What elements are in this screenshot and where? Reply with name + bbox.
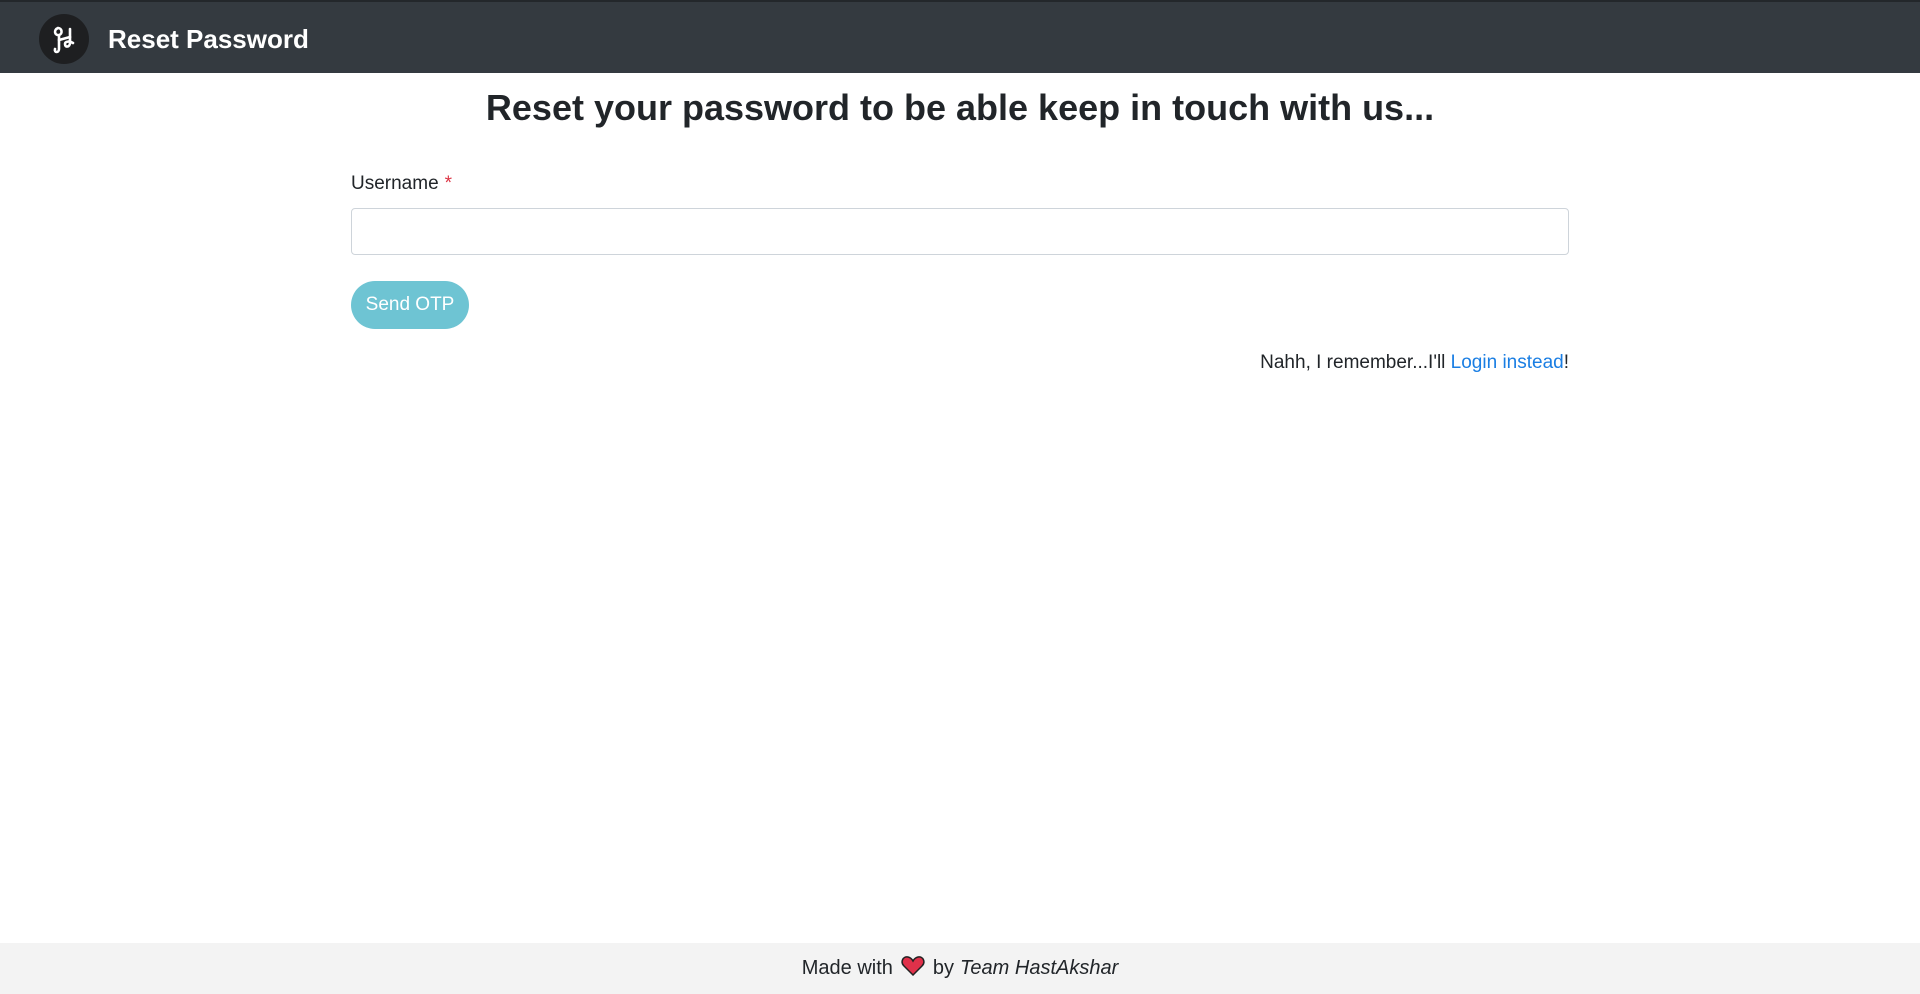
login-instead-line: Nahh, I remember...I'll Login instead!: [1260, 352, 1569, 374]
login-instead-link[interactable]: Login instead: [1451, 352, 1564, 373]
required-marker: *: [444, 173, 453, 194]
login-instead-prefix: Nahh, I remember...I'll: [1260, 352, 1451, 373]
username-label: Username *: [351, 173, 452, 195]
heart-icon: [901, 955, 925, 982]
footer-made-with: Made with: [801, 957, 893, 979]
hastakshar-logo-icon[interactable]: [39, 14, 89, 64]
page-title: Reset your password to be able keep in t…: [485, 87, 1435, 128]
page-footer: Made with by Team HastAkshar: [0, 943, 1920, 994]
footer-by: by: [932, 957, 955, 979]
username-label-text: Username: [351, 173, 439, 194]
navbar-title[interactable]: Reset Password: [108, 24, 309, 55]
username-input[interactable]: [351, 208, 1569, 255]
send-otp-button[interactable]: Send OTP: [351, 281, 469, 329]
login-instead-suffix: !: [1563, 352, 1569, 373]
top-navbar: Reset Password: [0, 0, 1920, 73]
footer-team-name: Team HastAkshar: [960, 957, 1119, 979]
